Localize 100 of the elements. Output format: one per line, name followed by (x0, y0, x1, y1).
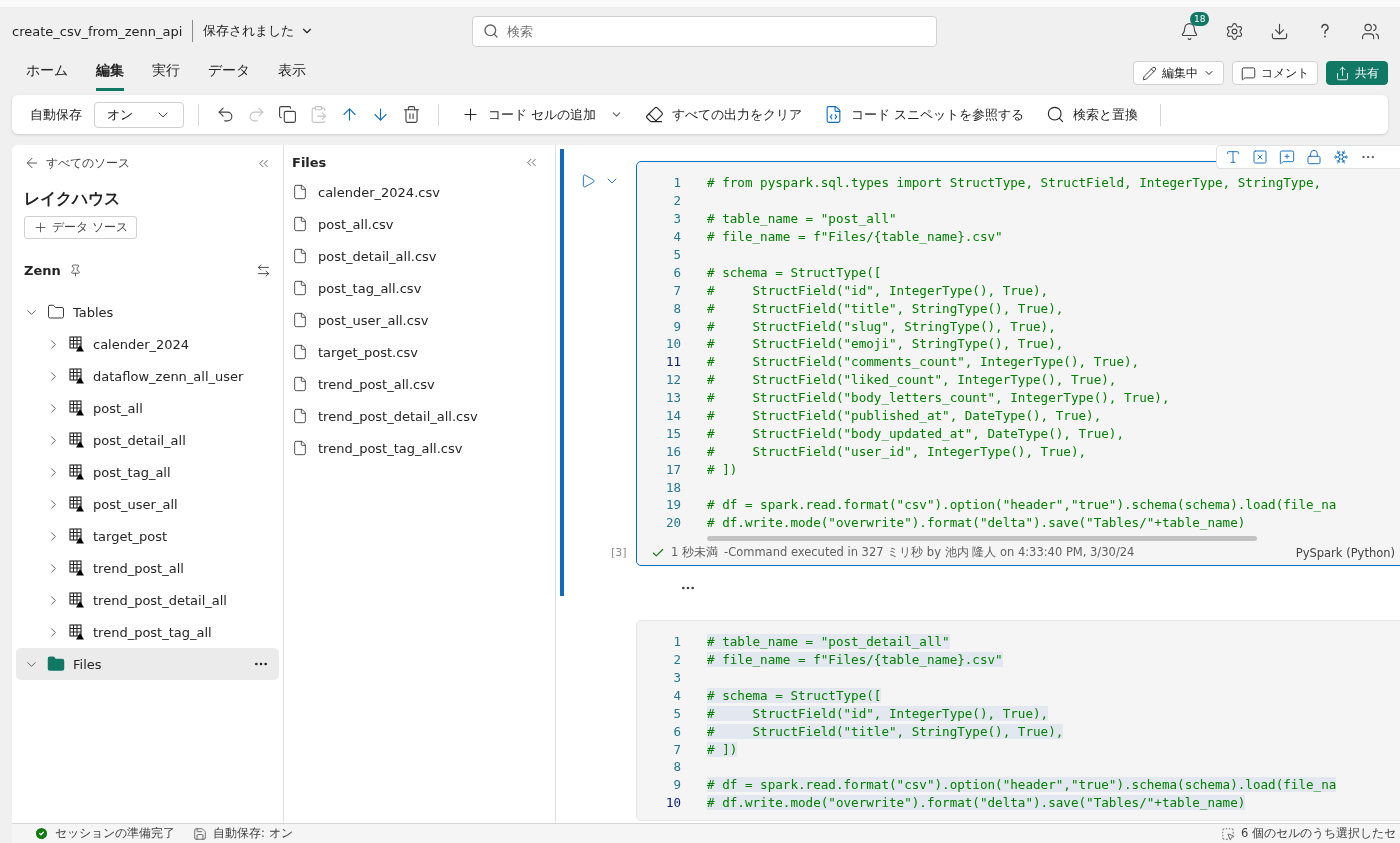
code-line: # file_name = f"Files/{table_name}.csv" (707, 229, 1003, 245)
clear-outputs-button[interactable]: すべての出力をクリア (637, 105, 811, 124)
save-status[interactable]: 保存されました (203, 22, 315, 40)
table-icon (69, 432, 85, 448)
bell-icon[interactable] (1180, 21, 1199, 41)
code-line: # StructField("body_updated_at", DateType(), True), (707, 425, 1124, 441)
file-item[interactable]: trend_post_all.csv (292, 368, 547, 400)
tree-item[interactable]: trend_post_all (16, 552, 279, 584)
back-link[interactable]: すべてのソース (16, 155, 138, 171)
tree-item[interactable]: calender_2024 (16, 328, 279, 360)
file-item[interactable]: post_detail_all.csv (292, 240, 547, 272)
line-number: 5 (672, 247, 681, 262)
code-line: # StructField("liked_count", IntegerType(), True), (707, 372, 1117, 388)
share-icon (1335, 65, 1350, 81)
files-title: Files (292, 155, 327, 170)
add-code-cell-button[interactable]: コード セルの追加 (453, 105, 605, 124)
ribbon-tab[interactable]: 実行 (152, 62, 180, 91)
line-number: 10 (664, 336, 681, 352)
selection-status: 6 個のセルのうち選択したセ (1241, 826, 1396, 841)
ribbon-tab[interactable]: 編集 (96, 62, 124, 91)
code-snippets-button[interactable]: コード スニペットを参照する (816, 105, 1033, 124)
execution-count: [3] (611, 546, 627, 560)
save-icon (193, 826, 207, 841)
square-x-icon[interactable] (1252, 149, 1268, 165)
language-label[interactable]: PySpark (Python) (1295, 545, 1395, 560)
file-item[interactable]: calender_2024.csv (292, 176, 547, 208)
find-replace-button[interactable]: 検索と置換 (1038, 105, 1147, 124)
file-item[interactable]: trend_post_tag_all.csv (292, 432, 547, 464)
line-number: 3 (672, 670, 681, 686)
tree-item[interactable]: target_post (16, 520, 279, 552)
tree-item[interactable]: trend_post_detail_all (16, 584, 279, 616)
notebook-title: create_csv_from_zenn_api (12, 23, 183, 39)
session-status: セッションの準備完了 (55, 826, 175, 841)
tree-item[interactable]: post_detail_all (16, 424, 279, 456)
table-icon (69, 560, 85, 576)
line-number: 10 (664, 795, 681, 811)
table-icon (69, 336, 85, 352)
file-icon (292, 408, 308, 424)
settings-icon[interactable] (1225, 21, 1244, 41)
share-button[interactable]: 共有 (1326, 61, 1388, 85)
code-line: # StructField("published_at", DateType(), True), (707, 408, 1102, 423)
tree-item[interactable]: dataflow_zenn_all_user (16, 360, 279, 392)
line-number: 9 (672, 777, 681, 793)
switch-icon[interactable] (256, 263, 271, 278)
ribbon-tab[interactable]: ホーム (26, 62, 68, 91)
arrow-left-icon (24, 155, 40, 171)
add-comment-icon[interactable] (1279, 149, 1295, 165)
code-line: # StructField("comments_count", IntegerType(), True), (707, 354, 1140, 370)
run-button[interactable] (580, 173, 596, 189)
ribbon-tab[interactable]: データ (208, 62, 250, 91)
plus-icon (461, 105, 480, 124)
tree-item[interactable]: post_tag_all (16, 456, 279, 488)
line-number: 2 (672, 193, 681, 209)
code-line: # StructField("body_letters_count", IntegerType(), True), (707, 390, 1170, 406)
file-item[interactable]: post_all.csv (292, 208, 547, 240)
scrollbar[interactable] (707, 535, 1257, 541)
edit-mode-button[interactable]: 編集中 (1133, 61, 1224, 85)
file-item[interactable]: trend_post_detail_all.csv (292, 400, 547, 432)
line-number: 14 (664, 408, 681, 423)
file-item[interactable]: post_tag_all.csv (292, 272, 547, 304)
file-icon (292, 440, 308, 456)
search-icon (483, 23, 500, 39)
search-field[interactable]: 検索 (472, 15, 938, 47)
pencil-icon (1142, 65, 1157, 81)
pin-icon[interactable] (68, 264, 82, 277)
text-format-icon[interactable] (1225, 149, 1241, 165)
line-number: 1 (672, 175, 681, 191)
line-number: 1 (672, 634, 681, 650)
tree-item[interactable]: Files (16, 648, 279, 680)
autosave-dropdown[interactable]: オン (94, 101, 184, 128)
line-number: 8 (672, 300, 681, 316)
ribbon-tab[interactable]: 表示 (278, 62, 306, 91)
tree-item[interactable]: post_user_all (16, 488, 279, 520)
lock-icon[interactable] (1306, 149, 1322, 165)
download-icon[interactable] (1270, 21, 1289, 41)
search-input[interactable]: 検索 (505, 22, 927, 40)
tree-item[interactable]: post_all (16, 392, 279, 424)
file-item[interactable]: post_user_all.csv (292, 304, 547, 336)
tree-item[interactable]: trend_post_tag_all (16, 616, 279, 648)
table-icon (69, 400, 85, 416)
notification-badge: 18 (1190, 11, 1210, 26)
folder-icon (47, 303, 65, 321)
snowflake-icon[interactable] (1333, 149, 1349, 165)
folder-icon (47, 655, 65, 673)
file-icon (292, 248, 308, 264)
people-icon[interactable] (1361, 21, 1380, 41)
autosave-status: 自動保存: オン (213, 826, 293, 841)
line-number: 4 (672, 687, 681, 703)
line-number: 6 (672, 723, 681, 739)
file-item[interactable]: target_post.csv (292, 336, 547, 368)
eraser-icon (645, 105, 665, 124)
line-number: 5 (672, 705, 681, 721)
line-number: 16 (664, 443, 681, 459)
line-number: 3 (672, 211, 681, 227)
comment-button[interactable]: コメント (1232, 61, 1318, 85)
table-icon (69, 624, 85, 640)
tree-item[interactable]: Tables (16, 296, 279, 328)
add-data-source-button[interactable]: データ ソース (24, 216, 137, 239)
file-icon (292, 216, 308, 232)
line-number: 12 (664, 372, 681, 388)
